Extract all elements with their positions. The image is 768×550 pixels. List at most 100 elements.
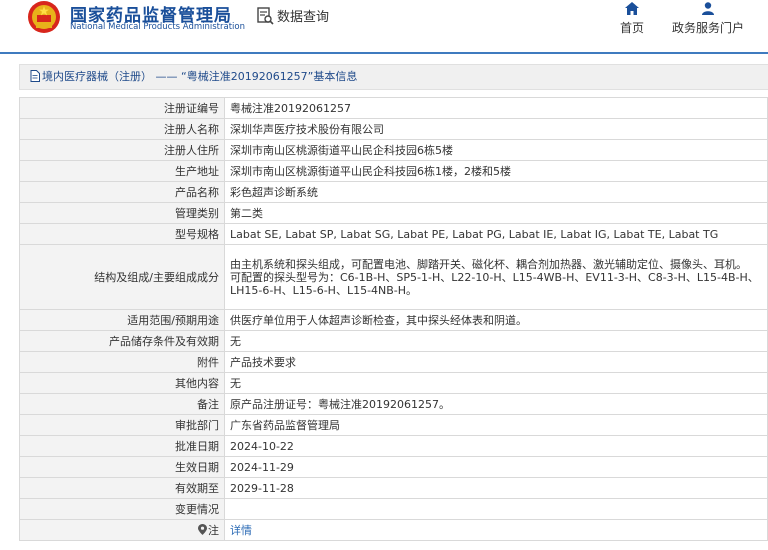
data-query-label: 数据查询 [277, 10, 330, 25]
breadcrumb-section[interactable]: 境内医疗器械（注册） [42, 70, 152, 83]
field-value-text: 2029-11-28 [230, 481, 294, 495]
document-icon [30, 70, 40, 82]
field-label: 型号规格 [19, 223, 225, 245]
field-label-text: 变更情况 [175, 502, 219, 516]
details-link[interactable]: 详情 [230, 524, 252, 537]
table-row: 注册人住所 深圳市南山区桃源街道平山民企科技园6栋5楼 [19, 139, 768, 161]
home-icon [625, 2, 639, 15]
field-label: 生效日期 [19, 456, 225, 478]
field-label: 附件 [19, 351, 225, 373]
location-pin-icon [198, 523, 207, 535]
field-label: 有效期至 [19, 477, 225, 499]
data-query-link[interactable]: 数据查询 [256, 6, 329, 25]
table-row: 审批部门 广东省药品监督管理局 [19, 414, 768, 436]
table-row: 注详情 [19, 519, 768, 541]
field-label-text: 注册人名称 [164, 122, 219, 136]
field-label-text: 生产地址 [175, 164, 219, 178]
field-value: 深圳市南山区桃源街道平山民企科技园6栋5楼 [224, 139, 768, 161]
site-subtitle: National Medical Products Administration [70, 22, 245, 32]
field-label: 产品名称 [19, 181, 225, 203]
nav-service-portal[interactable]: 政务服务门户 [672, 0, 744, 36]
field-value-text: 产品技术要求 [230, 355, 296, 369]
table-row: 变更情况 [19, 498, 768, 520]
field-label-text: 型号规格 [175, 227, 219, 241]
field-value-text: 深圳华声医疗技术股份有限公司 [230, 122, 384, 136]
table-row: 有效期至 2029-11-28 [19, 477, 768, 499]
field-value-text: 供医疗单位用于人体超声诊断检查，其中探头经体表和阴道。 [230, 313, 527, 327]
table-row: 适用范围/预期用途 供医疗单位用于人体超声诊断检查，其中探头经体表和阴道。 [19, 309, 768, 331]
field-value-text: 无 [230, 334, 241, 348]
field-label-text: 其他内容 [175, 376, 219, 390]
field-value-text-2: 可配置的探头型号为：C6-1B-H、SP5-1-H、L22-10-H、L15-4… [230, 270, 759, 297]
table-row: 注册证编号 粤械注准20192061257 [19, 97, 768, 119]
table-row: 备注 原产品注册证号：粤械注准20192061257。 [19, 393, 768, 415]
table-row: 生产地址 深圳市南山区桃源街道平山民企科技园6栋1楼，2楼和5楼 [19, 160, 768, 182]
field-label-text: 管理类别 [175, 206, 219, 220]
table-row: 结构及组成/主要组成成分 由主机系统和探头组成，可配置电池、脚踏开关、磁化杯、耦合… [19, 244, 768, 310]
breadcrumb: 境内医疗器械（注册） —— “粤械注准20192061257”基本信息 [19, 64, 768, 90]
table-row: 附件 产品技术要求 [19, 351, 768, 373]
field-label: 管理类别 [19, 202, 225, 224]
field-label: 其他内容 [19, 372, 225, 394]
table-row: 注册人名称 深圳华声医疗技术股份有限公司 [19, 118, 768, 140]
field-value: 2024-10-22 [224, 435, 768, 457]
table-row: 生效日期 2024-11-29 [19, 456, 768, 478]
field-value: 原产品注册证号：粤械注准20192061257。 [224, 393, 768, 415]
field-value: 由主机系统和探头组成，可配置电池、脚踏开关、磁化杯、耦合剂加热器、激光辅助定位、… [224, 244, 768, 310]
registration-info-table: 注册证编号 粤械注准20192061257 注册人名称 深圳华声医疗技术股份有限公司注… [19, 97, 768, 541]
field-label: 结构及组成/主要组成成分 [19, 244, 225, 310]
field-value-text: 彩色超声诊断系统 [230, 185, 318, 199]
field-label: 审批部门 [19, 414, 225, 436]
field-value-text: 无 [230, 376, 241, 390]
field-label-text: 产品名称 [175, 185, 219, 199]
field-label-text: 结构及组成/主要组成成分 [94, 270, 219, 284]
field-value: 深圳华声医疗技术股份有限公司 [224, 118, 768, 140]
field-label-text: 附件 [197, 355, 219, 369]
field-label-text: 注 [208, 523, 219, 537]
field-value: 深圳市南山区桃源街道平山民企科技园6栋1楼，2楼和5楼 [224, 160, 768, 182]
field-value: 第二类 [224, 202, 768, 224]
table-row: 管理类别 第二类 [19, 202, 768, 224]
table-row: 产品储存条件及有效期无 [19, 330, 768, 352]
field-label: 注册证编号 [19, 97, 225, 119]
field-value-text: 深圳市南山区桃源街道平山民企科技园6栋5楼 [230, 143, 453, 157]
field-label: 注册人住所 [19, 139, 225, 161]
field-label: 变更情况 [19, 498, 225, 520]
field-value [224, 498, 768, 520]
field-value: Labat SE, Labat SP, Labat SG, Labat PE, … [224, 223, 768, 245]
nav-service-portal-label: 政务服务门户 [672, 21, 745, 35]
nav-home-label: 首页 [620, 21, 645, 35]
field-label-text: 产品储存条件及有效期 [109, 334, 219, 348]
field-value: 供医疗单位用于人体超声诊断检查，其中探头经体表和阴道。 [224, 309, 768, 331]
field-value-text: 由主机系统和探头组成，可配置电池、脚踏开关、磁化杯、耦合剂加热器、激光辅助定位、… [230, 257, 747, 271]
field-label: 生产地址 [19, 160, 225, 182]
field-value: 详情 [224, 519, 768, 541]
field-label-text: 注册证编号 [164, 101, 219, 115]
field-label-text: 批准日期 [175, 439, 219, 453]
table-row: 型号规格 Labat SE, Labat SP, Labat SG, Labat … [19, 223, 768, 245]
table-row: 批准日期 2024-10-22 [19, 435, 768, 457]
field-label: 备注 [19, 393, 225, 415]
field-value: 广东省药品监督管理局 [224, 414, 768, 436]
breadcrumb-title: “粤械注准20192061257”基本信息 [181, 70, 358, 83]
table-row: 产品名称 彩色超声诊断系统 [19, 181, 768, 203]
field-label: 批准日期 [19, 435, 225, 457]
field-value: 产品技术要求 [224, 351, 768, 373]
site-header: 国家药品监督管理局 National Medical Products Admi… [0, 0, 768, 54]
field-label: 适用范围/预期用途 [19, 309, 225, 331]
table-row: 其他内容无 [19, 372, 768, 394]
field-value: 无 [224, 330, 768, 352]
field-label-text: 审批部门 [175, 418, 219, 432]
field-value: 彩色超声诊断系统 [224, 181, 768, 203]
field-value-text: 2024-10-22 [230, 439, 294, 453]
field-label-text: 有效期至 [175, 481, 219, 495]
field-value-text: 2024-11-29 [230, 460, 294, 474]
field-value-text: 第二类 [230, 206, 263, 220]
field-value-text: 原产品注册证号：粤械注准20192061257。 [230, 397, 450, 411]
nav-home[interactable]: 首页 [620, 0, 644, 36]
document-search-icon [257, 6, 274, 25]
breadcrumb-separator: —— [155, 70, 178, 83]
field-value-text: 粤械注准20192061257 [230, 101, 351, 115]
field-label: 注 [19, 519, 225, 541]
field-value: 2024-11-29 [224, 456, 768, 478]
